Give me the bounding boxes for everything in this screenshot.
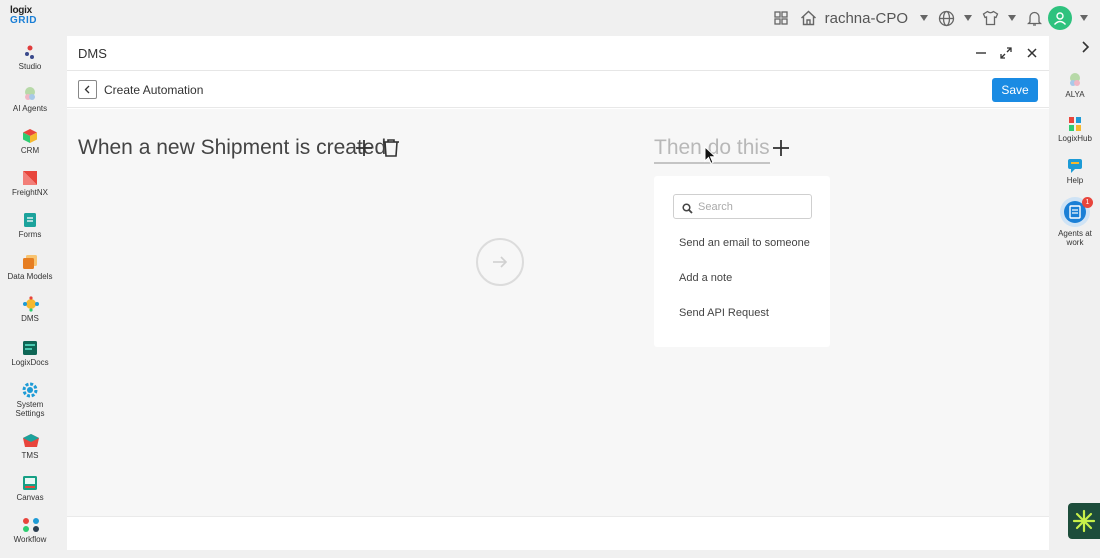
ai-agents-icon: [22, 86, 38, 102]
back-button[interactable]: [78, 80, 97, 99]
studio-icon: [22, 44, 38, 60]
action-picker-dropdown: Send an email to someone Add a note Send…: [654, 176, 830, 347]
globe-icon[interactable]: [936, 8, 956, 28]
top-right-controls: rachna-CPO: [771, 6, 1092, 30]
sidebar-item-canvas[interactable]: Canvas: [0, 475, 60, 502]
sidebar-item-label: System Settings: [15, 400, 45, 418]
agents-at-work-icon: 1: [1059, 196, 1093, 228]
save-button[interactable]: Save: [992, 78, 1038, 102]
page-title: Create Automation: [104, 83, 204, 97]
panel-title: DMS: [78, 46, 107, 61]
logixhub-icon: [1067, 116, 1083, 132]
sidebar-item-system-settings[interactable]: System Settings: [0, 382, 60, 418]
sparkle-icon: [1072, 509, 1096, 533]
workflow-icon: [22, 517, 39, 533]
sidebar-item-label: Studio: [18, 62, 42, 71]
sidebar-item-label: AI Agents: [12, 104, 48, 113]
sidebar-item-label: Forms: [18, 230, 42, 239]
search-icon: [682, 201, 693, 219]
account-chevron-down-icon[interactable]: [1080, 15, 1088, 21]
sidebar-item-label: CRM: [20, 146, 40, 155]
language-chevron-down-icon[interactable]: [964, 15, 972, 21]
automation-toolbar: Create Automation: [67, 72, 1049, 108]
floating-assistant-button[interactable]: [1068, 503, 1100, 539]
bell-icon[interactable]: [1024, 8, 1044, 28]
sidebar-item-studio[interactable]: Studio: [0, 44, 60, 71]
user-menu-chevron-down-icon[interactable]: [920, 15, 928, 21]
add-trigger-plus-icon[interactable]: [354, 138, 374, 158]
user-name[interactable]: rachna-CPO: [825, 10, 908, 27]
panel-header: DMS: [67, 36, 1049, 71]
sidebar-item-forms[interactable]: Forms: [0, 212, 60, 239]
logo-line2: GRID: [10, 15, 37, 26]
settings-icon: [22, 382, 38, 398]
shirt-icon[interactable]: [980, 8, 1000, 28]
search-input[interactable]: [698, 198, 806, 215]
action-search-field[interactable]: [673, 194, 812, 219]
rightbar-item-logixhub[interactable]: LogixHub: [1050, 116, 1100, 143]
sidebar-item-ai-agents[interactable]: AI Agents: [0, 86, 60, 113]
rightbar-item-help[interactable]: Help: [1050, 158, 1100, 185]
freightnx-icon: [22, 170, 38, 186]
data-models-icon: [22, 254, 38, 270]
dms-panel: DMS Create Automation Save When a new Sh…: [67, 36, 1049, 550]
rightbar-item-label: LogixHub: [1058, 134, 1092, 143]
minimize-icon[interactable]: [973, 45, 989, 61]
sidebar-item-crm[interactable]: CRM: [0, 128, 60, 155]
apps-grid-icon[interactable]: [771, 8, 791, 28]
notification-badge: 1: [1082, 197, 1093, 208]
sidebar-item-label: Canvas: [16, 493, 44, 502]
sidebar-item-label: DMS: [21, 314, 39, 323]
canvas-icon: [22, 475, 38, 491]
sidebar-item-tms[interactable]: TMS: [0, 433, 60, 460]
rightbar-item-agents-at-work[interactable]: 1 Agents at work: [1050, 196, 1100, 247]
alya-icon: [1067, 72, 1083, 88]
collapse-chevron-right-icon[interactable]: [1076, 38, 1094, 56]
sidebar-item-label: LogixDocs: [11, 358, 49, 367]
logixgrid-logo[interactable]: logix GRID: [10, 6, 38, 26]
mouse-cursor-icon: [704, 145, 717, 170]
sidebar-item-workflow[interactable]: Workflow: [0, 517, 60, 544]
arrow-right-icon: [493, 256, 508, 268]
tms-icon: [22, 433, 39, 449]
rightbar-item-alya[interactable]: ALYA: [1050, 72, 1100, 99]
panel-footer: [67, 516, 1049, 550]
sidebar-item-label: Data Models: [7, 272, 53, 281]
sidebar-item-label: Workflow: [13, 535, 47, 544]
top-bar: logix GRID rachna-CPO: [0, 0, 1100, 36]
flow-arrow-connector: [476, 238, 524, 286]
action-option-send-email[interactable]: Send an email to someone: [679, 237, 810, 249]
action-option-add-note[interactable]: Add a note: [679, 272, 732, 284]
maximize-icon[interactable]: [998, 45, 1014, 61]
rightbar-item-label: ALYA: [1065, 90, 1085, 99]
sidebar-item-logixdocs[interactable]: LogixDocs: [0, 340, 60, 367]
home-icon[interactable]: [799, 8, 819, 28]
close-icon[interactable]: [1024, 45, 1040, 61]
dms-icon: [22, 296, 39, 312]
sidebar-item-dms[interactable]: DMS: [0, 296, 60, 323]
sidebar-item-freightnx[interactable]: FreightNX: [0, 170, 60, 197]
sidebar-item-label: FreightNX: [11, 188, 48, 197]
trigger-label[interactable]: When a new Shipment is created: [78, 136, 386, 160]
action-option-send-api-request[interactable]: Send API Request: [679, 307, 769, 319]
forms-icon: [22, 212, 38, 228]
logixdocs-icon: [22, 340, 38, 356]
theme-chevron-down-icon[interactable]: [1008, 15, 1016, 21]
rightbar-item-label: Help: [1066, 176, 1084, 185]
help-icon: [1067, 158, 1083, 174]
crm-icon: [22, 128, 38, 144]
sidebar-item-label: TMS: [21, 451, 39, 460]
chevron-left-icon: [84, 85, 90, 94]
user-avatar-icon[interactable]: [1048, 6, 1072, 30]
add-action-plus-icon[interactable]: [771, 138, 791, 158]
automation-canvas: When a new Shipment is created Then do t…: [67, 109, 1049, 516]
delete-trigger-trash-icon[interactable]: [381, 138, 401, 158]
rightbar-item-label: Agents at work: [1058, 229, 1092, 247]
sidebar-item-data-models[interactable]: Data Models: [0, 254, 60, 281]
